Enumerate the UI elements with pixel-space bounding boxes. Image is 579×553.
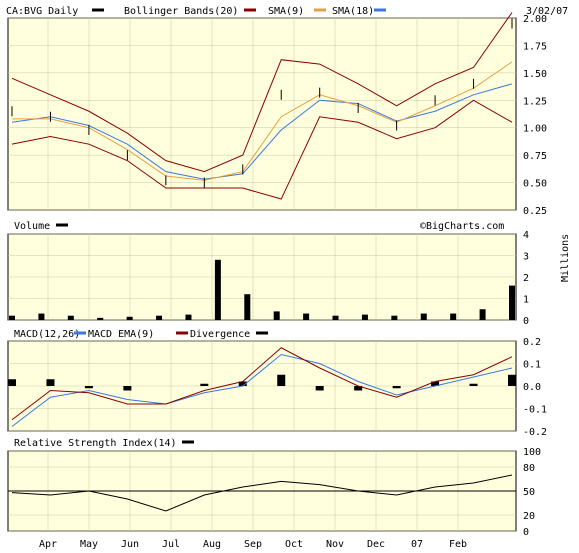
y-tick-label: 0.2 <box>523 337 541 348</box>
divergence-bar <box>46 379 55 386</box>
x-tick-label: Sep <box>244 539 262 550</box>
y-tick-label: 0 <box>523 527 529 538</box>
volume-bar <box>38 313 45 320</box>
volume-bar <box>509 285 515 320</box>
volume-bar <box>361 314 368 320</box>
macd-label: MACD(12,26) <box>14 329 80 340</box>
volume-label: Volume <box>14 221 50 232</box>
y-tick-label: 4 <box>523 230 529 241</box>
y-tick-label: 80 <box>523 463 535 474</box>
macd-panel: 0.2 0.1 0.0 -0.1 -0.2 <box>7 337 547 438</box>
x-tick-label: Jul <box>162 539 180 550</box>
volume-bar <box>273 311 280 320</box>
divergence-bar <box>508 374 516 386</box>
volume-bar <box>185 314 192 320</box>
x-tick-label: Apr <box>39 539 57 550</box>
volume-bar <box>303 313 310 320</box>
x-tick-label: Feb <box>449 539 467 550</box>
x-tick-label: Dec <box>367 539 385 550</box>
volume-bar <box>9 315 15 320</box>
divergence-bar <box>277 374 286 386</box>
volume-unit-label: Millions <box>560 234 571 282</box>
symbol-label: CA:BVG Daily <box>6 6 78 17</box>
divergence-bar <box>8 379 16 386</box>
price-panel-frame <box>7 17 517 211</box>
volume-bar <box>97 317 104 320</box>
y-tick-label: 1.50 <box>523 69 547 80</box>
volume-bar <box>67 315 74 320</box>
y-tick-label: 1.25 <box>523 96 547 107</box>
y-tick-label: 1.75 <box>523 41 547 52</box>
volume-bar <box>332 315 339 320</box>
divergence-bar <box>123 386 132 391</box>
y-tick-label: 0.25 <box>523 206 547 217</box>
price-panel: 2.00 1.75 1.50 1.25 1.00 0.75 0.50 0.25 <box>7 12 547 217</box>
y-tick-label: -0.1 <box>523 405 547 416</box>
y-tick-label: 0.50 <box>523 179 547 190</box>
volume-bar <box>156 315 163 320</box>
x-tick-label: Nov <box>326 539 344 550</box>
volume-bar <box>126 316 133 320</box>
x-tick-label: 07 <box>411 539 423 550</box>
x-tick-label: Aug <box>203 539 221 550</box>
divergence-bar <box>200 383 209 386</box>
divergence-bar <box>392 386 401 389</box>
y-tick-label: 0.1 <box>523 360 541 371</box>
y-tick-label: 0 <box>523 316 529 327</box>
sma18-label: SMA(18) <box>332 6 374 17</box>
bigcharts-credit: ©BigCharts.com <box>420 221 504 232</box>
y-tick-label: -0.2 <box>523 427 547 438</box>
divergence-bar <box>315 386 324 391</box>
stock-chart: CA:BVG Daily Bollinger Bands(20) SMA(9) … <box>0 0 579 553</box>
x-tick-label: Jun <box>121 539 139 550</box>
x-tick-label: Oct <box>285 539 303 550</box>
volume-panel: 0 1 2 3 4 Millions <box>7 230 571 327</box>
sma9-label: SMA(9) <box>268 6 304 17</box>
y-tick-label: 50 <box>523 487 535 498</box>
macd-ema-label: MACD EMA(9) <box>88 329 154 340</box>
y-tick-label: 0.0 <box>523 382 541 393</box>
y-tick-label: 0.75 <box>523 151 547 162</box>
divergence-bar <box>469 383 478 386</box>
y-tick-label: 20 <box>523 511 535 522</box>
y-tick-label: 2.00 <box>523 14 547 25</box>
bollinger-label: Bollinger Bands(20) <box>124 6 238 17</box>
volume-bar <box>450 313 457 320</box>
volume-bar <box>244 294 251 320</box>
x-tick-label: May <box>80 539 98 550</box>
volume-bar <box>391 315 398 320</box>
volume-bar <box>479 309 486 320</box>
y-tick-label: 2 <box>523 273 529 284</box>
y-tick-label: 1.00 <box>523 124 547 135</box>
volume-bar <box>420 313 427 320</box>
y-tick-label: 100 <box>523 447 541 458</box>
y-tick-label: 1 <box>523 295 529 306</box>
volume-bar <box>214 259 221 320</box>
divergence-bar <box>84 386 93 389</box>
rsi-label: Relative Strength Index(14) <box>14 438 177 449</box>
y-tick-label: 3 <box>523 252 529 263</box>
divergence-label: Divergence <box>190 329 250 340</box>
rsi-panel: 100 80 50 20 0 <box>7 447 541 538</box>
